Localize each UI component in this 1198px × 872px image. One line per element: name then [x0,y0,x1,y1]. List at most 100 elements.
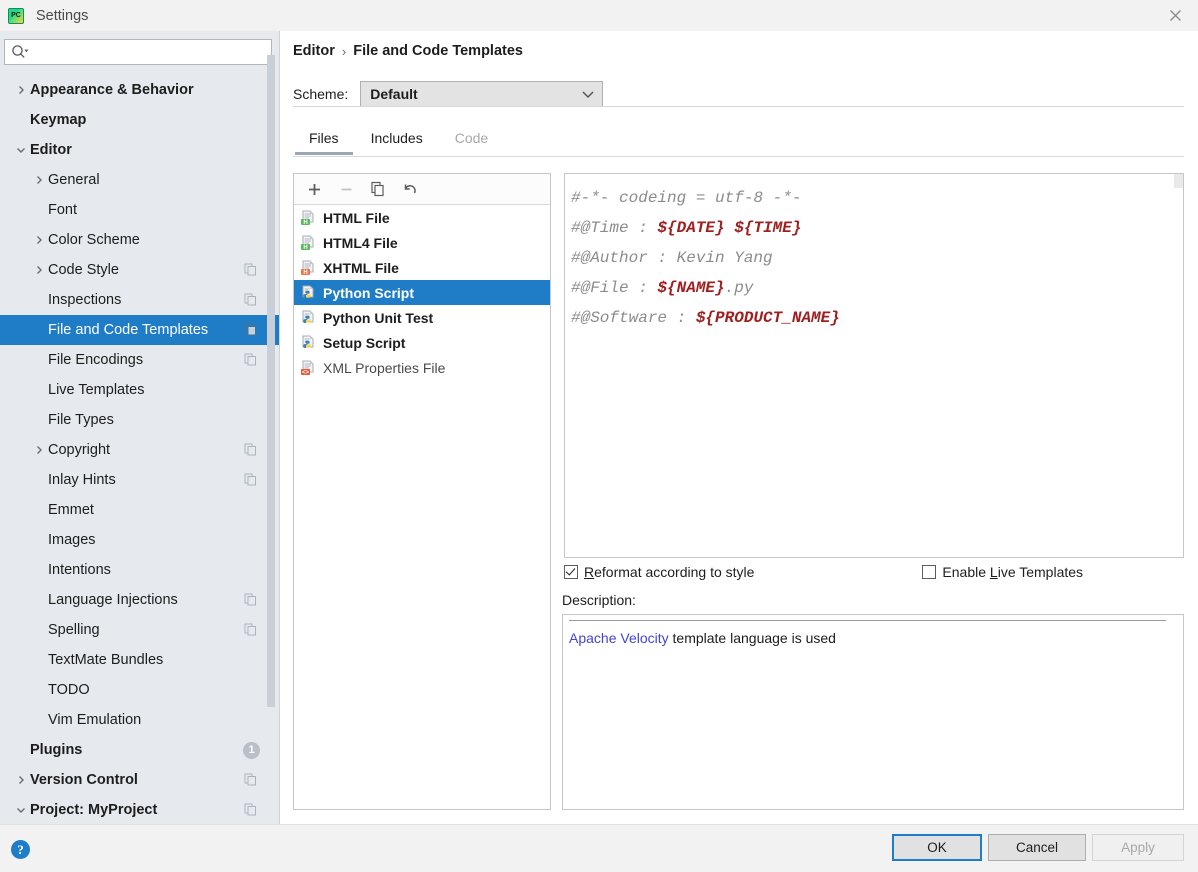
footer-divider [0,824,1198,825]
sidebar-item-appearance-behavior[interactable]: Appearance & Behavior [0,75,280,105]
sidebar-item-file-encodings[interactable]: File Encodings [0,345,280,375]
sidebar-item-font[interactable]: Font [0,195,280,225]
description-panel: Apache Velocity template language is use… [562,614,1184,810]
chevron-right-icon[interactable] [14,83,28,97]
chevron-down-icon[interactable] [14,803,28,817]
chevron-right-icon[interactable] [32,263,46,277]
sidebar-item-label: TextMate Bundles [48,652,164,668]
sidebar-item-label: Language Injections [48,592,178,608]
scheme-row: Scheme: Default [293,81,604,107]
xhtml-file-icon: H [300,260,316,276]
apache-velocity-link[interactable]: Apache Velocity [569,630,669,646]
sidebar-scrollbar[interactable] [267,31,278,780]
tab-files[interactable]: Files [293,126,355,155]
list-item-label: Setup Script [323,334,406,351]
sidebar-item-code-style[interactable]: Code Style [0,255,280,285]
sidebar-item-emmet[interactable]: Emmet [0,495,280,525]
remove-template-button[interactable] [334,178,358,200]
sidebar-item-inlay-hints[interactable]: Inlay Hints [0,465,280,495]
sidebar-item-label: Inspections [48,292,122,308]
checkbox-checked-icon[interactable] [564,565,578,579]
svg-text:H: H [303,245,307,251]
sidebar-item-inspections[interactable]: Inspections [0,285,280,315]
copy-settings-icon [244,623,258,637]
description-rest: template language is used [668,630,836,646]
search-box[interactable] [4,39,272,65]
sidebar-item-copyright[interactable]: Copyright [0,435,280,465]
list-item[interactable]: Python Unit Test [294,305,550,330]
code-line: #@Author : Kevin Yang [571,243,1183,273]
reformat-according-to-style-checkbox[interactable]: Reformat according to style [564,564,754,580]
sidebar-scrollbar-thumb[interactable] [267,55,275,707]
checkbox-label: Reformat according to style [584,564,754,580]
template-editor[interactable]: #-*- codeing = utf-8 -*- #@Time : ${DATE}… [564,173,1184,558]
sidebar-item-label: Keymap [30,112,87,128]
sidebar-item-label: Plugins [30,742,83,758]
list-item[interactable]: Setup Script [294,330,550,355]
svg-text:<>: <> [302,370,310,376]
scheme-dropdown[interactable]: Default [360,81,604,107]
search-input[interactable] [29,44,271,60]
xml-file-icon: <> [300,360,316,376]
help-icon[interactable]: ? [11,840,30,859]
svg-text:H: H [303,220,307,226]
scheme-label: Scheme: [293,86,349,102]
chevron-right-icon[interactable] [14,773,28,787]
sidebar-item-vim-emulation[interactable]: Vim Emulation [0,705,280,735]
sidebar-item-language-injections[interactable]: Language Injections [0,585,280,615]
sidebar-item-file-and-code-templates[interactable]: File and Code Templates [0,315,280,345]
sidebar-item-project-myproject[interactable]: Project: MyProject [0,795,280,824]
list-item[interactable]: Python Script [294,280,550,305]
sidebar-item-editor[interactable]: Editor [0,135,280,165]
html-file-icon: H [300,210,316,226]
apply-button[interactable]: Apply [1092,834,1184,861]
sidebar-item-label: Intentions [48,562,111,578]
sidebar-item-spelling[interactable]: Spelling [0,615,280,645]
sidebar-item-file-types[interactable]: File Types [0,405,280,435]
enable-live-templates-checkbox[interactable]: Enable Live Templates [922,564,1083,580]
template-tabs: Files Includes Code [293,126,1184,157]
list-item[interactable]: H XHTML File [294,255,550,280]
chevron-right-icon[interactable] [32,233,46,247]
sidebar-item-label: Spelling [48,622,100,638]
list-item[interactable]: H HTML4 File [294,230,550,255]
checkbox-unchecked-icon[interactable] [922,565,937,579]
sidebar-item-todo[interactable]: TODO [0,675,280,705]
chevron-right-icon[interactable] [32,173,46,187]
sidebar-item-color-scheme[interactable]: Color Scheme [0,225,280,255]
sidebar-item-label: Version Control [30,772,138,788]
breadcrumb-parent[interactable]: Editor [293,43,335,59]
sidebar-item-images[interactable]: Images [0,525,280,555]
revert-template-button[interactable] [398,178,422,200]
list-item[interactable]: <> XML Properties File [294,355,550,380]
python-file-icon [300,310,316,326]
sidebar-item-label: Project: MyProject [30,802,158,818]
sidebar-item-label: Appearance & Behavior [30,82,194,98]
sidebar-item-live-templates[interactable]: Live Templates [0,375,280,405]
chevron-down-icon [581,90,595,99]
chevron-right-icon[interactable] [32,443,46,457]
add-template-button[interactable] [302,178,326,200]
sidebar-item-version-control[interactable]: Version Control [0,765,280,795]
chevron-down-icon[interactable] [14,143,28,157]
window-title: Settings [36,7,89,24]
checkbox-label: Enable Live Templates [942,564,1083,580]
settings-content: Editor › File and Code Templates Scheme:… [280,31,1198,824]
sidebar-item-textmate-bundles[interactable]: TextMate Bundles [0,645,280,675]
editor-scrollbar[interactable] [1174,174,1183,188]
code-comment: #@Software : [571,309,696,327]
tab-includes[interactable]: Includes [355,126,439,155]
list-item[interactable]: H HTML File [294,205,550,230]
title-bar: Settings [0,0,1198,31]
copy-template-button[interactable] [366,178,390,200]
close-icon[interactable] [1152,0,1198,31]
cancel-button[interactable]: Cancel [988,834,1086,861]
sidebar-item-plugins[interactable]: Plugins 1 [0,735,280,765]
sidebar-item-keymap[interactable]: Keymap [0,105,280,135]
ok-button[interactable]: OK [892,834,982,861]
sidebar-item-label: File Encodings [48,352,144,368]
template-editor-text[interactable]: #-*- codeing = utf-8 -*- #@Time : ${DATE}… [565,174,1183,333]
sidebar-item-intentions[interactable]: Intentions [0,555,280,585]
sidebar-item-general[interactable]: General [0,165,280,195]
checkbox-label-post: eformat according to style [594,564,755,580]
